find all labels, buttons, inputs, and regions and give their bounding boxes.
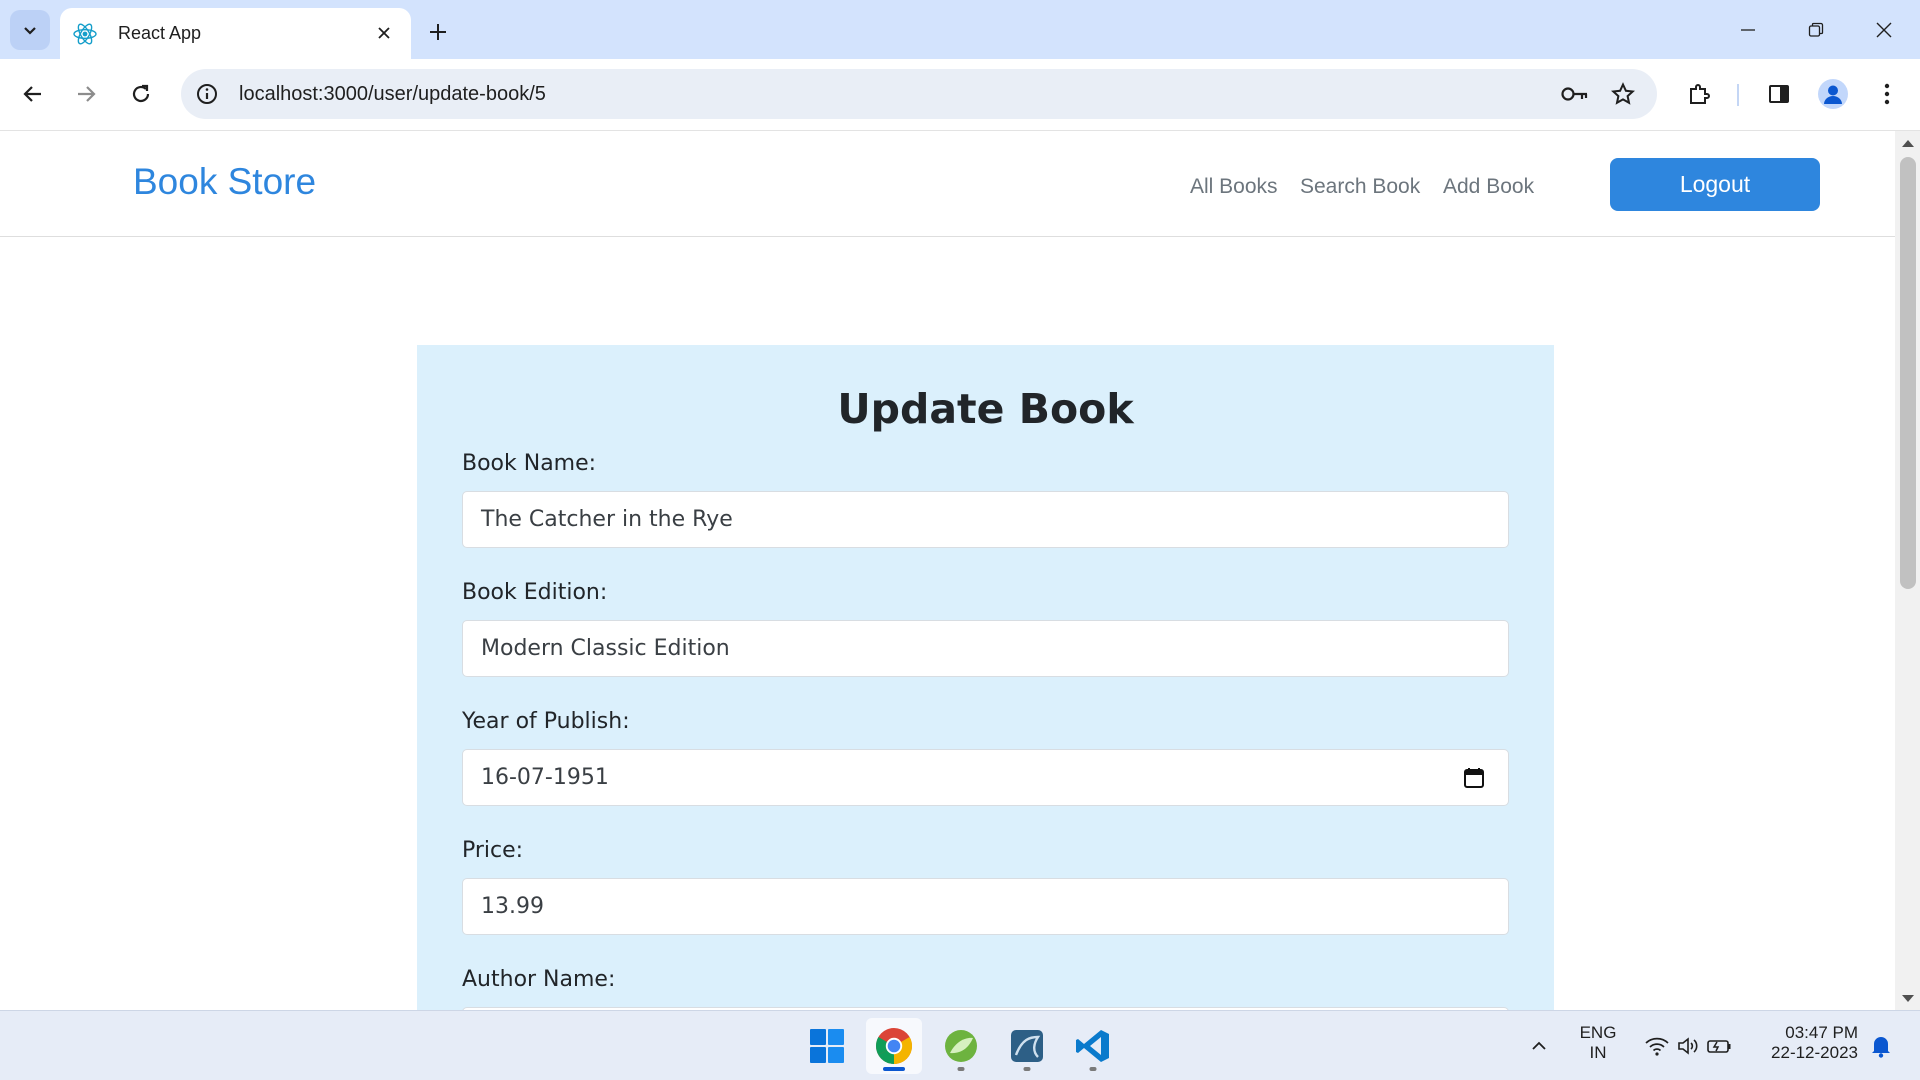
browser-tabstrip: React App bbox=[0, 0, 1920, 59]
running-app-indicator bbox=[1023, 1067, 1031, 1071]
url-text[interactable]: localhost:3000/user/update-book/5 bbox=[239, 83, 546, 106]
region-code: IN bbox=[1589, 1043, 1607, 1062]
tab-title: React App bbox=[118, 23, 202, 43]
puzzle-icon bbox=[1690, 84, 1710, 104]
chrome-icon bbox=[875, 1028, 913, 1064]
book-name-label: Book Name: bbox=[462, 451, 597, 476]
back-button[interactable] bbox=[10, 71, 56, 117]
star-icon[interactable] bbox=[1601, 72, 1645, 116]
start-button[interactable] bbox=[799, 1018, 855, 1074]
calendar-icon[interactable] bbox=[1462, 766, 1486, 790]
clock-date: 22-12-2023 bbox=[1771, 1043, 1858, 1062]
notifications-button[interactable] bbox=[1860, 1018, 1902, 1074]
browser-tab[interactable]: React App bbox=[60, 8, 411, 59]
nav-link-search-book[interactable]: Search Book bbox=[1300, 175, 1420, 199]
year-of-publish-input[interactable]: 16-07-1951 bbox=[462, 749, 1509, 806]
toolbar-separator bbox=[1737, 84, 1739, 106]
reload-button[interactable] bbox=[118, 71, 164, 117]
spring-tool-suite-icon bbox=[945, 1030, 977, 1062]
taskbar-chrome[interactable] bbox=[866, 1018, 922, 1074]
arrow-right-icon bbox=[78, 86, 96, 102]
battery-icon bbox=[1707, 1040, 1731, 1053]
taskbar-spring-tool-suite[interactable] bbox=[933, 1018, 989, 1074]
book-name-input[interactable]: The Catcher in the Rye bbox=[462, 491, 1509, 548]
new-tab-button[interactable] bbox=[420, 14, 456, 50]
nav-link-add-book[interactable]: Add Book bbox=[1443, 175, 1534, 199]
forward-button[interactable] bbox=[63, 71, 109, 117]
show-hidden-icons-button[interactable] bbox=[1511, 1018, 1567, 1074]
browser-menu-button[interactable] bbox=[1864, 71, 1910, 117]
minimize-button[interactable] bbox=[1720, 8, 1776, 52]
volume-icon bbox=[1678, 1037, 1698, 1055]
book-edition-input[interactable]: Modern Classic Edition bbox=[462, 620, 1509, 677]
side-panel-button[interactable] bbox=[1756, 71, 1802, 117]
book-edition-label: Book Edition: bbox=[462, 580, 608, 605]
author-name-label: Author Name: bbox=[462, 967, 616, 992]
clock[interactable]: 03:47 PM 22-12-2023 bbox=[1752, 1023, 1858, 1063]
restore-button[interactable] bbox=[1788, 8, 1844, 52]
quick-settings-button[interactable] bbox=[1636, 1018, 1740, 1074]
taskbar-vscode[interactable] bbox=[1065, 1018, 1121, 1074]
site-navbar: Book Store All Books Search Book Add Boo… bbox=[0, 131, 1895, 237]
taskbar-mysql-workbench[interactable] bbox=[999, 1018, 1055, 1074]
bell-icon bbox=[1872, 1037, 1890, 1058]
site-info-icon[interactable] bbox=[185, 72, 229, 116]
close-window-button[interactable] bbox=[1856, 8, 1912, 52]
browser-toolbar: localhost:3000/user/update-book/5 bbox=[0, 59, 1920, 130]
avatar-icon bbox=[1818, 79, 1848, 109]
scroll-down-arrow-icon[interactable] bbox=[1902, 995, 1914, 1002]
clock-time: 03:47 PM bbox=[1785, 1023, 1858, 1042]
language-code: ENG bbox=[1579, 1023, 1617, 1042]
year-of-publish-value: 16-07-1951 bbox=[481, 765, 609, 790]
reload-icon bbox=[132, 84, 150, 103]
price-label: Price: bbox=[462, 838, 524, 863]
start-icon bbox=[810, 1029, 844, 1063]
address-bar[interactable]: localhost:3000/user/update-book/5 bbox=[181, 69, 1657, 119]
scrollbar-thumb[interactable] bbox=[1900, 157, 1916, 589]
price-input[interactable]: 13.99 bbox=[462, 878, 1509, 935]
nav-link-all-books[interactable]: All Books bbox=[1190, 175, 1278, 199]
page-scrollbar[interactable] bbox=[1895, 131, 1920, 1010]
close-icon bbox=[378, 27, 390, 39]
brand-link[interactable]: Book Store bbox=[133, 161, 316, 203]
chevron-down-icon bbox=[24, 27, 36, 35]
key-icon[interactable] bbox=[1553, 72, 1597, 116]
wifi-icon bbox=[1645, 1037, 1669, 1056]
tab-search-button[interactable] bbox=[10, 10, 50, 50]
chevron-up-icon bbox=[1532, 1041, 1546, 1050]
extensions-button[interactable] bbox=[1676, 71, 1722, 117]
windows-taskbar: ENG IN 03:47 PM 22-12-2023 bbox=[0, 1010, 1920, 1080]
year-of-publish-label: Year of Publish: bbox=[462, 709, 630, 734]
tab-close-button[interactable] bbox=[371, 20, 397, 46]
minimize-icon bbox=[1741, 29, 1755, 31]
side-panel-icon bbox=[1769, 85, 1789, 103]
page-title: Update Book bbox=[837, 385, 1134, 433]
close-icon bbox=[1876, 22, 1892, 38]
scroll-up-arrow-icon[interactable] bbox=[1902, 140, 1914, 147]
mysql-workbench-icon bbox=[1011, 1030, 1043, 1062]
update-book-form: Update Book Book Name: The Catcher in th… bbox=[417, 345, 1554, 1010]
restore-icon bbox=[1808, 22, 1824, 37]
profile-button[interactable] bbox=[1810, 71, 1856, 117]
more-vertical-icon bbox=[1884, 83, 1890, 105]
plus-icon bbox=[430, 24, 446, 40]
active-app-indicator bbox=[883, 1067, 905, 1071]
logout-button[interactable]: Logout bbox=[1610, 158, 1820, 211]
running-app-indicator bbox=[957, 1067, 965, 1071]
vscode-icon bbox=[1076, 1030, 1109, 1062]
input-language[interactable]: ENG IN bbox=[1570, 1023, 1626, 1063]
page-viewport: Book Store All Books Search Book Add Boo… bbox=[0, 130, 1920, 1010]
arrow-left-icon bbox=[23, 86, 41, 102]
running-app-indicator bbox=[1089, 1067, 1097, 1071]
react-icon bbox=[72, 21, 98, 47]
